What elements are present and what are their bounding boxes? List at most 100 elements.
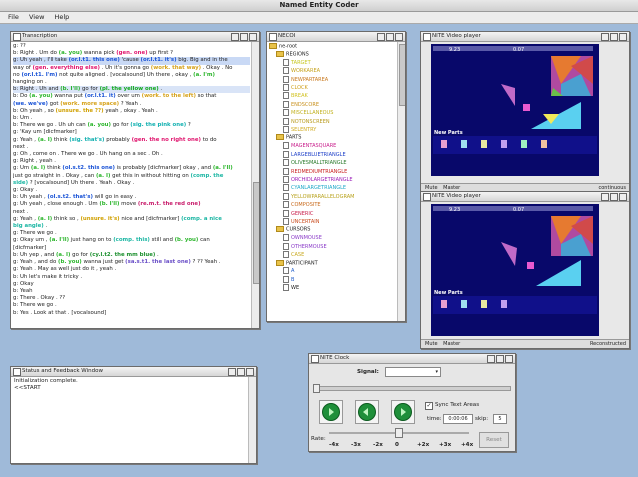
entity-tag[interactable]: (sig. that's) xyxy=(69,137,104,143)
status-title-bar[interactable]: Status and Feedback Window xyxy=(11,367,256,377)
transcript-line[interactable]: b: Do (a. you) wanna put (or.l.t1. it) o… xyxy=(13,93,250,100)
minimize-icon[interactable] xyxy=(231,33,239,41)
play-button[interactable] xyxy=(319,400,343,424)
transcript-line[interactable]: g: Right , yeah . xyxy=(13,158,250,165)
video1-screen[interactable]: 9.23 0.07 New Parts xyxy=(431,44,599,176)
tree-item[interactable]: CASE xyxy=(269,251,396,259)
minimize-icon[interactable] xyxy=(377,33,385,41)
entity-tag[interactable]: (b. you) xyxy=(58,259,82,265)
transcript-line[interactable]: g: Yeah , (a. I) think (sig. that's) pro… xyxy=(13,137,250,144)
tree-item[interactable]: OTHERMOUSE xyxy=(269,242,396,251)
entity-tag[interactable]: (cy.l.t2. the mm blue) xyxy=(90,252,156,258)
close-icon[interactable] xyxy=(249,33,257,41)
tree-item[interactable]: MISCELLANEOUS xyxy=(269,109,396,117)
entity-tag[interactable]: (comp. the xyxy=(191,173,224,179)
scrollbar-thumb[interactable] xyxy=(253,182,259,284)
entity-tag[interactable]: (or.l.t1. it's) xyxy=(141,57,177,63)
transcription-scrollbar[interactable] xyxy=(251,42,259,328)
minimize-icon[interactable] xyxy=(601,33,609,41)
entity-tag[interactable]: (gen. the no right one) xyxy=(132,137,201,143)
tree-item[interactable]: WORKAREA xyxy=(269,67,396,75)
necoi-scrollbar[interactable] xyxy=(397,42,405,321)
tree-item[interactable]: PARTS xyxy=(269,134,396,142)
entity-tag[interactable]: (work. more space) xyxy=(60,101,119,107)
transcript-line[interactable]: g: Okay um , (a. I'll) just hang on to (… xyxy=(13,237,250,244)
transcript-line[interactable]: way of (gen. everything else) . Uh it's … xyxy=(13,65,250,72)
tree-item[interactable]: CLOCK xyxy=(269,84,396,92)
transcription-title-bar[interactable]: Transcription xyxy=(11,32,259,42)
entity-tag[interactable]: (a. I'll) xyxy=(213,165,233,171)
entity-tag[interactable]: (work. that way) xyxy=(151,65,201,71)
sync-checkbox[interactable]: ✓ xyxy=(425,402,433,410)
maximize-icon[interactable] xyxy=(610,193,618,201)
transcript-line[interactable]: next . xyxy=(13,209,250,216)
necoi-title-bar[interactable]: NECOI xyxy=(267,32,405,42)
entity-tag[interactable]: (a. I) xyxy=(31,165,46,171)
maximize-icon[interactable] xyxy=(237,368,245,376)
rate-slider[interactable] xyxy=(329,428,469,438)
entity-tag[interactable]: (or.l.t1. it) xyxy=(85,93,116,99)
transcript-line[interactable]: g: 'Kay um [dicfmarker] xyxy=(13,129,250,136)
entity-tag[interactable]: big angle) xyxy=(13,223,44,229)
tree-item[interactable]: CURSORS xyxy=(269,226,396,234)
minimize-icon[interactable] xyxy=(487,355,495,363)
tree-item[interactable]: ne-root xyxy=(269,43,396,51)
tree-item[interactable]: LARGEBLUETRIANGLE xyxy=(269,150,396,159)
transcript-line[interactable]: b: Yeah xyxy=(13,288,250,295)
entity-tag[interactable]: side) xyxy=(13,180,28,186)
entity-tag[interactable]: (gen. one) xyxy=(116,50,147,56)
entity-tag[interactable]: (sa.s.t1. the last one) xyxy=(125,259,191,265)
entity-tag[interactable]: (pl. the yellow one) xyxy=(100,86,159,92)
close-icon[interactable] xyxy=(505,355,513,363)
transcript-line[interactable]: b: Um . xyxy=(13,115,250,122)
maximize-icon[interactable] xyxy=(386,33,394,41)
transcript-line[interactable]: b: Uh yeah , (ol.s.t2. that's) will go i… xyxy=(13,194,250,201)
tree-item[interactable]: ORCHIDLARGETRIANGLE xyxy=(269,176,396,184)
transcript-line[interactable]: b: Right . Um do (a. you) wanna pick (ge… xyxy=(13,50,250,57)
entity-tag[interactable]: (b. I'll) xyxy=(60,86,80,92)
tree-item[interactable]: NOTONSCREEN xyxy=(269,117,396,126)
video1-title-bar[interactable]: NITE Video player xyxy=(421,32,629,42)
time-field[interactable]: 0:00:06 xyxy=(443,414,473,424)
entity-tag[interactable]: (comp. a nice xyxy=(181,216,222,222)
step-forward-button[interactable] xyxy=(391,400,415,424)
transcript-line[interactable]: b: Uh yep , and (a. I) go for (cy.l.t2. … xyxy=(13,252,250,259)
maximize-icon[interactable] xyxy=(496,355,504,363)
entity-tag[interactable]: (b. you) xyxy=(175,237,199,243)
transcript-line[interactable]: g: Okay . xyxy=(13,187,250,194)
tree-item[interactable]: COMPOSITE xyxy=(269,201,396,209)
mute-checkbox[interactable]: Mute xyxy=(425,341,438,347)
status-log[interactable]: Initialization complete. <<START xyxy=(14,378,247,461)
entity-tag[interactable]: (re.m.t. the red one) xyxy=(138,201,201,207)
tree-item[interactable]: PARTICIPANT xyxy=(269,259,396,268)
entity-tag[interactable]: (unsure. the ??) xyxy=(56,108,104,114)
transcript-line[interactable]: g: There we go . xyxy=(13,230,250,237)
transcript-line[interactable]: [dicfmarker] xyxy=(13,245,250,252)
entity-tag[interactable]: (comp. this) xyxy=(113,237,150,243)
transcript-line[interactable]: big angle) . xyxy=(13,223,250,230)
tree-item[interactable]: SELENTRY xyxy=(269,126,396,134)
tree-item[interactable]: WE xyxy=(269,284,396,292)
transcript-line[interactable]: g: Okay xyxy=(13,281,250,288)
transcript-line[interactable]: b: There we go . Uh uh can (a. you) go f… xyxy=(13,122,250,129)
tree-item[interactable]: BREAK xyxy=(269,92,396,100)
transcript-line[interactable]: g: Um (a. I) think (ol.s.t2. this one) i… xyxy=(13,165,250,172)
tree-item[interactable]: NEWPARTAREA xyxy=(269,75,396,84)
transcript-line[interactable]: b: Uh let's make it tricky . xyxy=(13,274,250,281)
tree-item[interactable]: GENERIC xyxy=(269,209,396,218)
transcript-line[interactable]: g: There . Okay . ?? xyxy=(13,295,250,302)
entity-tag[interactable]: (gen. everything else) xyxy=(33,65,100,71)
clock-title-bar[interactable]: NITE Clock xyxy=(309,354,515,364)
tree-item[interactable]: TARGET xyxy=(269,58,396,67)
entity-tag[interactable]: (a. you) xyxy=(87,122,111,128)
scrollbar-thumb[interactable] xyxy=(399,44,405,106)
entity-tag[interactable]: (we. we've) xyxy=(13,101,48,107)
status-scrollbar[interactable] xyxy=(248,377,256,463)
transcript-line[interactable]: next . xyxy=(13,144,250,151)
entity-tag[interactable]: (a. I) xyxy=(38,216,53,222)
skip-field[interactable]: 5 xyxy=(493,414,507,424)
menu-file[interactable]: File xyxy=(8,13,19,21)
transcription-text[interactable]: g: ?? b: Right . Um do (a. you) wanna pic… xyxy=(13,43,250,326)
transcript-line[interactable]: g: Yeah , and do (b. you) wanna just get… xyxy=(13,259,250,266)
transcript-line[interactable]: hanging on . xyxy=(13,79,250,86)
